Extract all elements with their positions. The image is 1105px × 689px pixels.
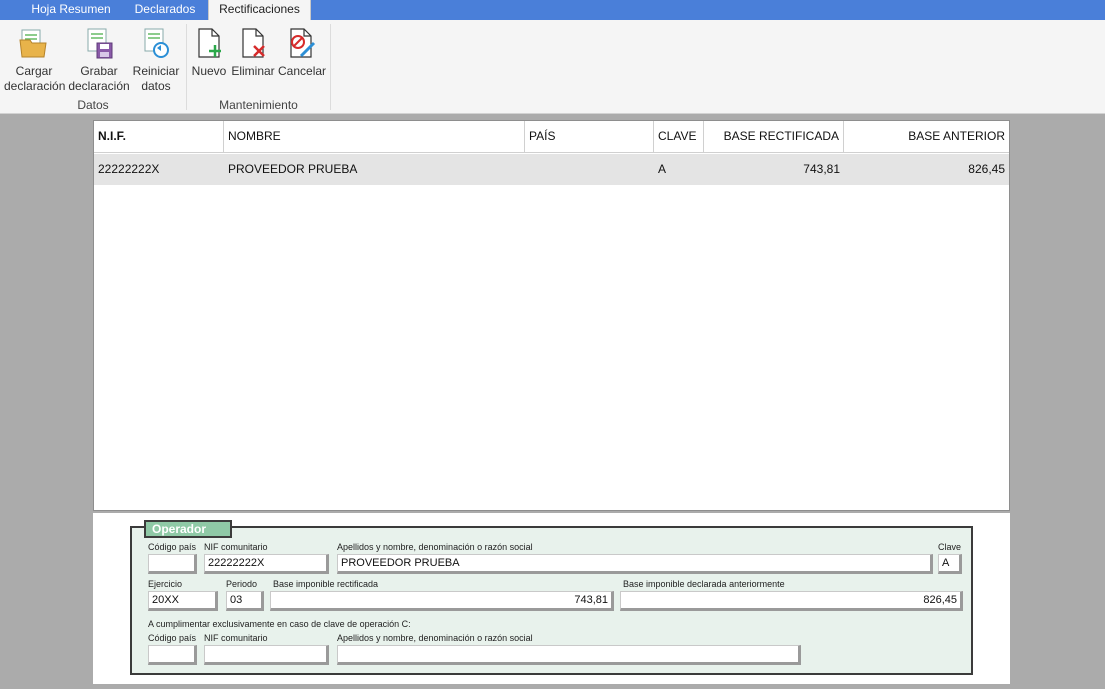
new-doc-icon: [198, 28, 221, 58]
folder-load-icon: [19, 29, 47, 58]
reiniciar-datos-button[interactable]: Reiniciar datos: [131, 26, 181, 94]
label-ejercicio: Ejercicio: [148, 579, 183, 589]
grabar-label-2: declaración: [68, 79, 130, 93]
tab-declarados[interactable]: Declarados: [122, 0, 208, 20]
nota-clave-c: A cumplimentar exclusivamente en caso de…: [148, 619, 411, 629]
base-anterior-field[interactable]: 826,45: [620, 591, 963, 611]
apellidos-c-field[interactable]: [337, 645, 801, 665]
cargar-declaracion-button[interactable]: Cargar declaración: [4, 26, 66, 94]
column-header-nombre[interactable]: NOMBRE: [224, 121, 525, 153]
operador-fieldset: Operador Código país NIF comunitario Ape…: [130, 520, 973, 675]
nuevo-button[interactable]: Nuevo: [191, 26, 227, 79]
label-nif-comunitario-c: NIF comunitario: [204, 633, 268, 643]
label-periodo: Periodo: [226, 579, 258, 589]
eliminar-button[interactable]: Eliminar: [230, 26, 276, 79]
cell-nif: 22222222X: [98, 162, 160, 176]
tab-rectificaciones[interactable]: Rectificaciones: [208, 0, 311, 21]
ejercicio-field[interactable]: 20XX: [148, 591, 218, 611]
grabar-label-1: Grabar: [80, 64, 118, 78]
operador-legend: Operador: [144, 520, 232, 538]
tab-bar: Hoja Resumen Declarados Rectificaciones: [0, 0, 1105, 21]
grabar-declaracion-button[interactable]: Grabar declaración: [68, 26, 130, 94]
cell-pais: [525, 154, 654, 185]
rectificaciones-grid[interactable]: N.I.F. NOMBRE PAÍS CLAVE BASE RECTIFICAD…: [93, 120, 1010, 511]
cancelar-label: Cancelar: [278, 64, 327, 78]
reiniciar-label-2: datos: [141, 79, 171, 93]
label-base-rectificada: Base imponible rectificada: [273, 579, 379, 589]
label-codigo-pais-c: Código país: [148, 633, 197, 643]
column-header-base-anterior[interactable]: BASE ANTERIOR: [844, 121, 1009, 153]
nuevo-label: Nuevo: [191, 64, 227, 78]
label-clave: Clave: [938, 542, 962, 552]
eliminar-label: Eliminar: [231, 64, 275, 78]
cargar-label-1: Cargar: [15, 64, 53, 78]
group-label-datos: Datos: [77, 98, 109, 112]
nif-comunitario-c-field[interactable]: [204, 645, 329, 665]
delete-doc-icon: [242, 28, 265, 58]
label-apellidos: Apellidos y nombre, denominación o razón…: [337, 542, 533, 552]
cell-base-anterior: 826,45: [968, 162, 1005, 176]
cancel-doc-icon: [290, 28, 316, 58]
disk-save-icon: [87, 28, 113, 59]
codigo-pais-c-field[interactable]: [148, 645, 197, 665]
column-header-base-rectificada[interactable]: BASE RECTIFICADA: [704, 121, 844, 153]
group-separator: [186, 24, 187, 110]
column-header-pais[interactable]: PAÍS: [525, 121, 654, 153]
codigo-pais-field[interactable]: [148, 554, 197, 574]
nif-comunitario-field[interactable]: 22222222X: [204, 554, 329, 574]
base-rectificada-field[interactable]: 743,81: [270, 591, 614, 611]
label-nif-comunitario: NIF comunitario: [204, 542, 268, 552]
column-header-clave[interactable]: CLAVE: [654, 121, 704, 153]
table-row[interactable]: 22222222X PROVEEDOR PRUEBA A 743,81 826,…: [94, 154, 1009, 185]
label-base-anterior: Base imponible declarada anteriormente: [623, 579, 785, 589]
column-header-nif[interactable]: N.I.F.: [94, 121, 224, 153]
label-codigo-pais: Código país: [148, 542, 197, 552]
clave-field[interactable]: A: [938, 554, 962, 574]
cell-base-rectificada: 743,81: [803, 162, 840, 176]
group-label-mantenimiento: Mantenimiento: [219, 98, 298, 112]
cargar-label-2: declaración: [4, 79, 66, 93]
periodo-field[interactable]: 03: [226, 591, 264, 611]
cell-clave: A: [658, 162, 667, 176]
tab-hoja-resumen[interactable]: Hoja Resumen: [22, 0, 120, 20]
cell-nombre: PROVEEDOR PRUEBA: [228, 162, 358, 176]
refresh-doc-icon: [144, 28, 169, 58]
grid-header: N.I.F. NOMBRE PAÍS CLAVE BASE RECTIFICAD…: [94, 121, 1009, 153]
group-separator: [330, 24, 331, 110]
ribbon: Cargar declaración Grabar declaración Re…: [0, 20, 1105, 114]
detail-panel: Operador Código país NIF comunitario Ape…: [93, 513, 1010, 684]
apellidos-field[interactable]: PROVEEDOR PRUEBA: [337, 554, 933, 574]
cancelar-button[interactable]: Cancelar: [278, 26, 327, 79]
reiniciar-label-1: Reiniciar: [132, 64, 180, 78]
label-apellidos-c: Apellidos y nombre, denominación o razón…: [337, 633, 533, 643]
